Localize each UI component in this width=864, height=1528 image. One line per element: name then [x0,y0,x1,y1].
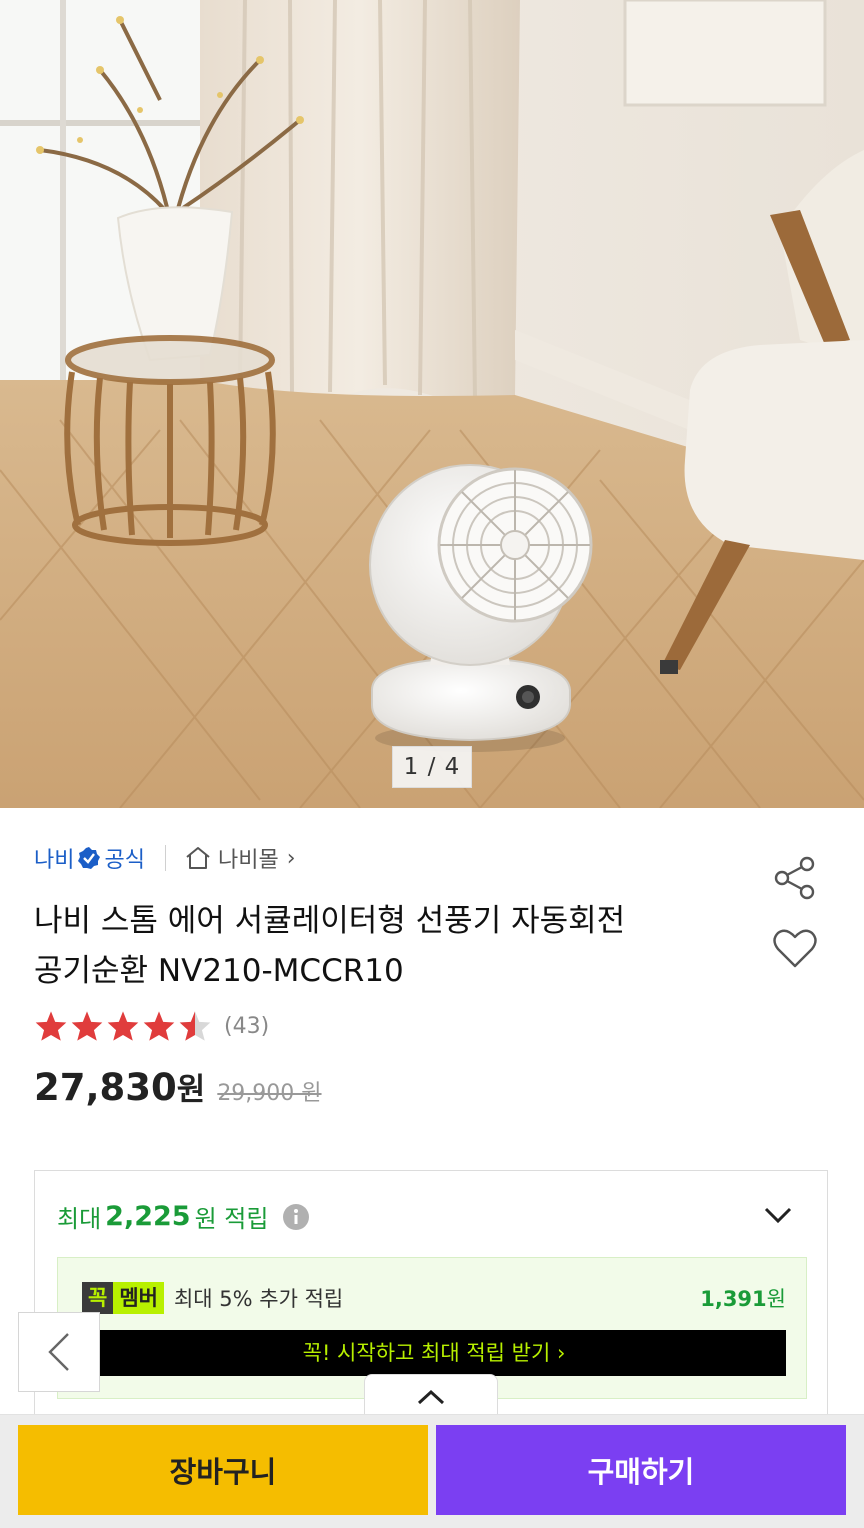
member-reward-text: 최대 5% 추가 적립 [173,1287,344,1311]
member-badge: 꼭 멤버 [82,1282,164,1314]
star-icon [107,1011,139,1041]
home-icon[interactable] [184,845,212,871]
reward-suffix: 원 적립 [194,1205,269,1233]
bottom-action-bar: 장바구니 구매하기 [0,1414,864,1528]
member-badge-b: 멤버 [113,1282,164,1314]
member-amount-unit: 원 [766,1287,786,1311]
member-reward-amount: 1,391원 [700,1283,786,1313]
original-price: 29,900 원 [217,1081,322,1106]
rating-row[interactable]: (43) [34,1006,269,1046]
brand-name[interactable]: 나비 [34,842,74,874]
reward-summary: 최대 2,225 원 적립 [57,1199,310,1234]
store-link[interactable]: 나비몰 [218,842,279,874]
star-rating [34,1010,214,1042]
price-unit: 원 [176,1072,206,1108]
official-label: 공식 [104,848,145,873]
product-photo [0,0,864,808]
review-count[interactable]: (43) [224,1014,269,1039]
info-icon[interactable] [282,1203,310,1231]
share-icon[interactable] [772,856,818,906]
product-image-gallery[interactable]: 1 / 4 [0,0,864,808]
brand-row: 나비 공식 나비몰 › [34,838,296,878]
product-title-line1: 나비 스톰 에어 서큘레이터형 선풍기 자동회전 [34,903,626,939]
star-icon [71,1011,103,1041]
member-reward-row: 꼭 멤버 최대 5% 추가 적립 1,391원 [82,1282,786,1314]
image-page-indicator: 1 / 4 [392,746,472,788]
heart-icon[interactable] [772,928,818,974]
chevron-right-icon[interactable]: › [287,846,296,871]
chevron-up-icon [417,1389,445,1404]
reward-prefix: 최대 [57,1205,102,1233]
chevron-down-icon[interactable] [763,1205,793,1229]
member-badge-a: 꼭 [82,1282,114,1314]
reward-amount: 2,225 [105,1201,191,1232]
divider [164,845,166,871]
star-icon [35,1011,67,1041]
member-signup-button[interactable]: 꼭! 시작하고 최대 적립 받기 › [82,1330,786,1376]
add-to-cart-button[interactable]: 장바구니 [18,1425,428,1515]
member-amount-value: 1,391 [700,1287,767,1311]
sale-price: 27,830 [34,1066,177,1109]
star-icon [143,1011,175,1041]
star-half-icon [179,1011,211,1041]
product-title: 나비 스톰 에어 서큘레이터형 선풍기 자동회전 공기순환 NV210-MCCR… [34,896,734,996]
chevron-left-icon [48,1333,69,1371]
verified-icon [77,846,101,870]
product-title-line2: 공기순환 NV210-MCCR10 [34,953,404,989]
buy-now-button[interactable]: 구매하기 [436,1425,846,1515]
price-row: 27,830 원 29,900 원 [34,1064,322,1109]
collapse-tab[interactable] [364,1374,498,1418]
back-button[interactable] [18,1312,100,1392]
